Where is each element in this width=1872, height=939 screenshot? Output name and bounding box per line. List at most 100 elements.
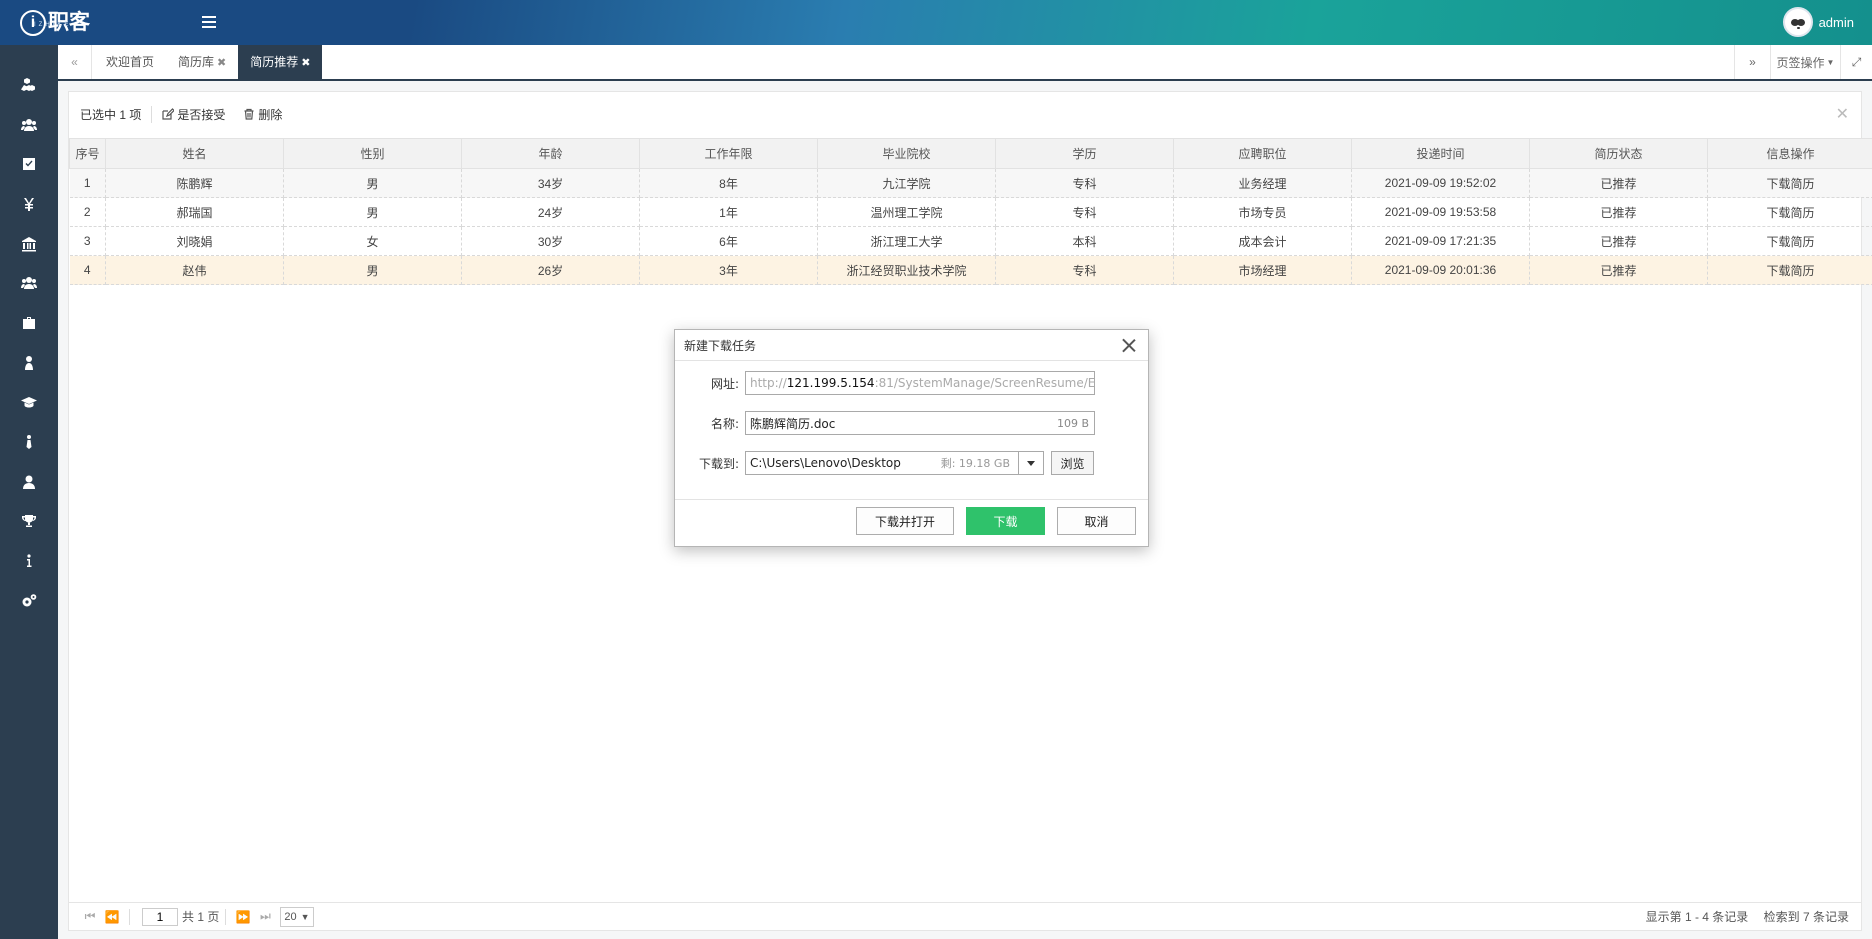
accept-button[interactable]: 是否接受 <box>162 106 225 123</box>
cell-gender: 女 <box>283 226 462 256</box>
tab-resume-recommend[interactable]: 简历推荐 ✖ <box>238 45 323 79</box>
page-size-select[interactable]: 20 ▼ <box>280 906 314 927</box>
name-label: 名称: <box>710 416 739 431</box>
save-path-field[interactable]: C:\Users\Lenovo\Desktop 剩: 19.18 GB <box>745 451 1019 475</box>
column-header[interactable]: 应聘职位 <box>1173 138 1352 169</box>
table-row[interactable]: 2 郝瑞国 男 24岁 1年 温州理工学院 专科 市场专员 2021-09-09… <box>69 197 1872 227</box>
column-header[interactable]: 投递时间 <box>1351 138 1530 169</box>
sidebar-item-group[interactable] <box>0 263 58 303</box>
sidebar-item-cubes[interactable] <box>0 65 58 105</box>
sidebar-item-bank[interactable] <box>0 224 58 264</box>
first-page-icon[interactable]: ⏮ <box>79 909 101 924</box>
filename-field[interactable]: 陈鹏辉简历.doc 109 B <box>745 411 1095 435</box>
column-header[interactable]: 序号 <box>69 138 106 169</box>
next-page-icon[interactable]: ⏩ <box>232 910 254 924</box>
path-dropdown-button[interactable] <box>1019 451 1044 475</box>
cell-experience: 6年 <box>639 226 818 256</box>
sidebar-item-tasks[interactable] <box>0 144 58 184</box>
gears-icon <box>22 593 37 607</box>
close-icon[interactable] <box>1122 338 1136 352</box>
username: admin <box>1818 14 1854 30</box>
tab-right-controls: » 页签操作 ▼ ⤢ <box>1734 45 1872 79</box>
fullscreen-button[interactable]: ⤢ <box>1840 45 1872 79</box>
cell-submit-time: 2021-09-09 19:53:58 <box>1351 197 1530 227</box>
user-menu[interactable]: admin <box>1782 7 1854 37</box>
column-header[interactable]: 简历状态 <box>1529 138 1708 169</box>
delete-button[interactable]: 删除 <box>243 106 282 123</box>
double-chevron-right-icon: » <box>1749 55 1756 69</box>
cell-degree: 专科 <box>995 168 1174 198</box>
last-page-icon[interactable]: ⏭ <box>254 909 276 924</box>
page-size-value: 20 <box>284 910 297 923</box>
tab-welcome[interactable]: 欢迎首页 <box>94 45 166 79</box>
name-row: 名称: 陈鹏辉简历.doc 109 B <box>675 410 1148 436</box>
cancel-button[interactable]: 取消 <box>1057 507 1136 535</box>
dialog-footer: 下载并打开 下载 取消 <box>675 499 1148 546</box>
sidebar-item-candidate[interactable] <box>0 343 58 383</box>
cell-name: 赵伟 <box>105 255 284 285</box>
table-row-selected[interactable]: 4 赵伟 男 26岁 3年 浙江经贸职业技术学院 专科 市场经理 2021-09… <box>69 255 1872 285</box>
sidebar-item-awards[interactable] <box>0 502 58 542</box>
pager-divider <box>129 908 130 925</box>
cell-school: 九江学院 <box>817 168 996 198</box>
column-header[interactable]: 年龄 <box>461 138 640 169</box>
url-row: 网址: http://121.199.5.154:81/SystemManage… <box>675 370 1148 396</box>
trash-icon <box>244 108 254 120</box>
sidebar-item-position[interactable] <box>0 422 58 462</box>
table-header-row: 序号 姓名 性别 年龄 工作年限 毕业院校 学历 应聘职位 投递时间 简历状态 … <box>69 138 1872 169</box>
tab-label: 简历推荐 <box>250 55 299 69</box>
download-resume-link[interactable]: 下载简历 <box>1707 255 1872 285</box>
tab-resume-library[interactable]: 简历库 ✖ <box>166 45 238 79</box>
table-row[interactable]: 1 陈鹏辉 男 34岁 8年 九江学院 专科 业务经理 2021-09-09 1… <box>69 168 1872 198</box>
tab-scroll-left-button[interactable]: « <box>58 45 92 79</box>
sidebar-item-jobs[interactable] <box>0 303 58 343</box>
cell-index: 2 <box>69 197 106 227</box>
total-pages: 共 1 页 <box>182 910 220 924</box>
sidebar-item-settings[interactable] <box>0 581 58 621</box>
graduation-cap-icon <box>21 397 37 408</box>
prev-page-icon[interactable]: ⏪ <box>101 910 123 924</box>
page-ops-dropdown[interactable]: 页签操作 ▼ <box>1770 45 1840 79</box>
download-resume-link[interactable]: 下载简历 <box>1707 197 1872 227</box>
sidebar-item-education[interactable] <box>0 383 58 423</box>
column-header[interactable]: 工作年限 <box>639 138 818 169</box>
download-resume-link[interactable]: 下载简历 <box>1707 226 1872 256</box>
close-icon[interactable]: ✕ <box>1836 104 1849 124</box>
browse-button[interactable]: 浏览 <box>1051 451 1094 475</box>
sidebar-item-finance[interactable] <box>0 184 58 224</box>
cell-age: 24岁 <box>461 197 640 227</box>
sidebar-item-users[interactable] <box>0 105 58 145</box>
column-header[interactable]: 性别 <box>283 138 462 169</box>
download-resume-link[interactable]: 下载简历 <box>1707 168 1872 198</box>
tab-close-icon[interactable]: ✖ <box>217 57 226 69</box>
cell-age: 26岁 <box>461 255 640 285</box>
url-field[interactable]: http://121.199.5.154:81/SystemManage/Scr… <box>745 371 1095 395</box>
menu-toggle-icon[interactable] <box>200 13 218 31</box>
sidebar-item-profile[interactable] <box>0 462 58 502</box>
briefcase-icon <box>23 316 35 329</box>
download-button[interactable]: 下载 <box>966 507 1045 535</box>
file-size: 109 B <box>1056 416 1089 430</box>
tab-scroll-right-button[interactable]: » <box>1734 45 1770 79</box>
cell-school: 浙江理工大学 <box>817 226 996 256</box>
check-square-icon <box>23 158 35 171</box>
trophy-icon <box>22 515 36 528</box>
logo-subtitle: IZHIKE <box>34 22 72 28</box>
column-header[interactable]: 毕业院校 <box>817 138 996 169</box>
save-path-value: C:\Users\Lenovo\Desktop <box>750 456 901 470</box>
tab-close-icon[interactable]: ✖ <box>301 57 310 69</box>
yen-icon <box>24 197 34 211</box>
table-row[interactable]: 3 刘晓娟 女 30岁 6年 浙江理工大学 本科 成本会计 2021-09-09… <box>69 226 1872 256</box>
necktie-icon <box>26 435 32 450</box>
sidebar-item-info[interactable] <box>0 541 58 581</box>
user-tie-icon <box>25 355 33 370</box>
page-number-input[interactable] <box>142 907 178 926</box>
cell-experience: 1年 <box>639 197 818 227</box>
download-and-open-button[interactable]: 下载并打开 <box>856 507 954 535</box>
cell-status: 已推荐 <box>1529 226 1708 256</box>
pager: ⏮ ⏪ 共 1 页 ⏩ ⏭ 20▼ 显示第 1 - 4 条记录 检索到 7 条记… <box>69 902 1861 930</box>
path-label: 下载到: <box>698 456 739 471</box>
column-header[interactable]: 学历 <box>995 138 1174 169</box>
column-header[interactable]: 姓名 <box>105 138 284 169</box>
column-header[interactable]: 信息操作 <box>1707 138 1872 169</box>
